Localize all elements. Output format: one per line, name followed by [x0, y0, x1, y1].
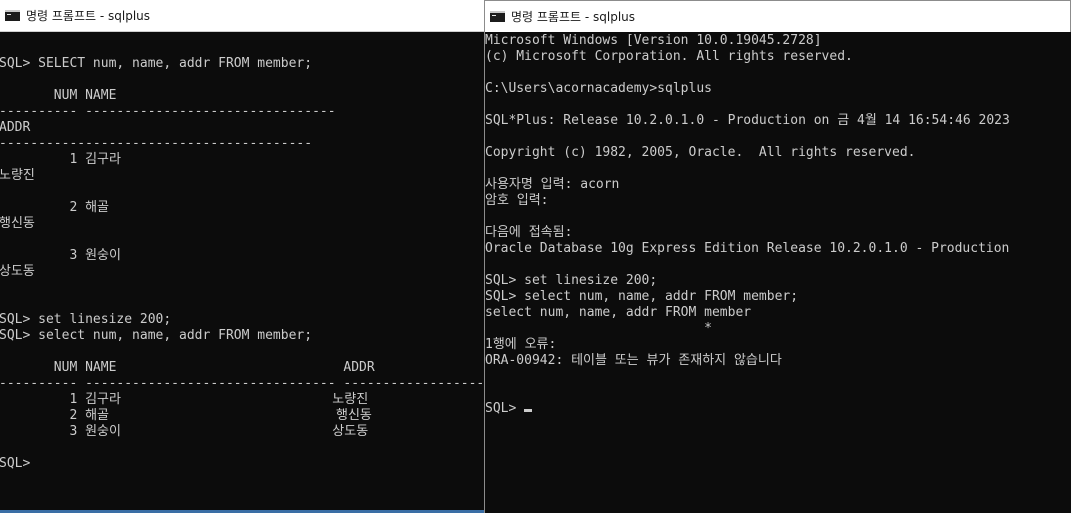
- command-prompt-icon: [5, 10, 20, 21]
- console-line-text: 사용자명 입력: acorn: [485, 177, 620, 192]
- console-line: SQL> select num, name, addr FROM member;: [0, 328, 484, 344]
- console-line: ---------- -----------------------------…: [0, 104, 484, 120]
- console-line: NUM NAME ADDR: [0, 360, 484, 376]
- console-line-text: NUM NAME: [0, 88, 117, 103]
- command-prompt-icon: [490, 11, 505, 22]
- console-line: *: [485, 321, 1071, 337]
- console-line-text: select num, name, addr FROM member: [485, 305, 752, 320]
- console-line: SQL> select num, name, addr FROM member;: [485, 289, 1071, 305]
- title-bar-left[interactable]: 명령 프롬프트 - sqlplus: [0, 0, 484, 32]
- console-line-text: 1 김구라: [0, 152, 121, 167]
- console-line-text: SQL> SELECT num, name, addr FROM member;: [0, 56, 313, 71]
- console-line-text: (c) Microsoft Corporation. All rights re…: [485, 49, 853, 64]
- console-line: 3 원숭이 상도동: [0, 424, 484, 440]
- console-line: 노량진: [0, 168, 484, 184]
- console-line: Microsoft Windows [Version 10.0.19045.27…: [485, 33, 1071, 49]
- console-line: C:\Users\acornacademy>sqlplus: [485, 81, 1071, 97]
- console-line-text: 행신동: [0, 216, 35, 231]
- console-line: SQL>: [0, 456, 484, 472]
- console-line: (c) Microsoft Corporation. All rights re…: [485, 49, 1071, 65]
- console-line: SQL> set linesize 200;: [0, 312, 484, 328]
- console-line: 1 김구라: [0, 152, 484, 168]
- console-line-text: 다음에 접속됨:: [485, 225, 573, 240]
- console-line-text: SQL*Plus: Release 10.2.0.1.0 - Productio…: [485, 113, 1010, 128]
- window-title-right: 명령 프롬프트 - sqlplus: [511, 10, 636, 24]
- console-line: 2 해골 행신동: [0, 408, 484, 424]
- console-line: SQL>: [485, 401, 1071, 417]
- console-line-text: 3 원숭이 상도동: [0, 424, 369, 439]
- console-line-text: *: [485, 321, 712, 336]
- console-line: 암호 입력:: [485, 193, 1071, 209]
- console-output-right[interactable]: Microsoft Windows [Version 10.0.19045.27…: [484, 32, 1071, 513]
- console-line-text: 2 해골: [0, 200, 110, 215]
- console-line: SQL> set linesize 200;: [485, 273, 1071, 289]
- console-line-text: SQL> select num, name, addr FROM member;: [485, 289, 799, 304]
- console-line-text: 상도동: [0, 264, 35, 279]
- console-line-text: Oracle Database 10g Express Edition Rele…: [485, 241, 1010, 256]
- cmd-window-left[interactable]: 명령 프롬프트 - sqlplus SQL> SELECT num, name,…: [0, 0, 484, 513]
- console-line-text: ADDR: [0, 120, 31, 135]
- console-line: 다음에 접속됨:: [485, 225, 1071, 241]
- console-line-text: SQL> set linesize 200;: [485, 273, 658, 288]
- console-line: Copyright (c) 1982, 2005, Oracle. All ri…: [485, 145, 1071, 161]
- console-output-left[interactable]: SQL> SELECT num, name, addr FROM member;…: [0, 32, 484, 513]
- console-line-text: ORA-00942: 테이블 또는 뷰가 존재하지 않습니다: [485, 353, 782, 368]
- console-line-text: NUM NAME ADDR: [0, 360, 375, 375]
- console-line-text: C:\Users\acornacademy>sqlplus: [485, 81, 712, 96]
- console-line-text: 노량진: [0, 168, 35, 183]
- console-line: 3 원숭이: [0, 248, 484, 264]
- console-line-text: SQL>: [485, 401, 525, 416]
- console-line: SQL> SELECT num, name, addr FROM member;: [0, 56, 484, 72]
- console-line: ----------------------------------------: [0, 136, 484, 152]
- console-line: ---------- -----------------------------…: [0, 376, 484, 392]
- console-line-text: 암호 입력:: [485, 193, 549, 208]
- console-line-text: Microsoft Windows [Version 10.0.19045.27…: [485, 33, 822, 48]
- console-line-text: Copyright (c) 1982, 2005, Oracle. All ri…: [485, 145, 916, 160]
- console-line: 사용자명 입력: acorn: [485, 177, 1071, 193]
- console-line-text: SQL>: [0, 456, 31, 471]
- console-line: ADDR: [0, 120, 484, 136]
- console-line-text: 3 원숭이: [0, 248, 121, 263]
- console-line: select num, name, addr FROM member: [485, 305, 1071, 321]
- console-line-text: 2 해골 행신동: [0, 408, 372, 423]
- console-line-text: ----------------------------------------: [0, 136, 313, 151]
- console-line: 상도동: [0, 264, 484, 280]
- console-line: NUM NAME: [0, 88, 484, 104]
- console-line-text: SQL> set linesize 200;: [0, 312, 172, 327]
- console-line: 1행에 오류:: [485, 337, 1071, 353]
- console-line: 행신동: [0, 216, 484, 232]
- window-title-left: 명령 프롬프트 - sqlplus: [26, 9, 151, 23]
- console-line-text: 1 김구라 노량진: [0, 392, 369, 407]
- console-line: ORA-00942: 테이블 또는 뷰가 존재하지 않습니다: [485, 353, 1071, 369]
- console-line: 1 김구라 노량진: [0, 392, 484, 408]
- cmd-window-right[interactable]: 명령 프롬프트 - sqlplus Microsoft Windows [Ver…: [484, 0, 1071, 513]
- console-line-text: 1행에 오류:: [485, 337, 557, 352]
- console-line: Oracle Database 10g Express Edition Rele…: [485, 241, 1071, 257]
- console-line-text: SQL> select num, name, addr FROM member;: [0, 328, 313, 343]
- console-line-text: ---------- -----------------------------…: [0, 104, 336, 119]
- console-line: SQL*Plus: Release 10.2.0.1.0 - Productio…: [485, 113, 1071, 129]
- console-line: 2 해골: [0, 200, 484, 216]
- title-bar-right[interactable]: 명령 프롬프트 - sqlplus: [484, 0, 1071, 32]
- text-cursor: [524, 409, 533, 412]
- console-line-text: ---------- -----------------------------…: [0, 376, 484, 391]
